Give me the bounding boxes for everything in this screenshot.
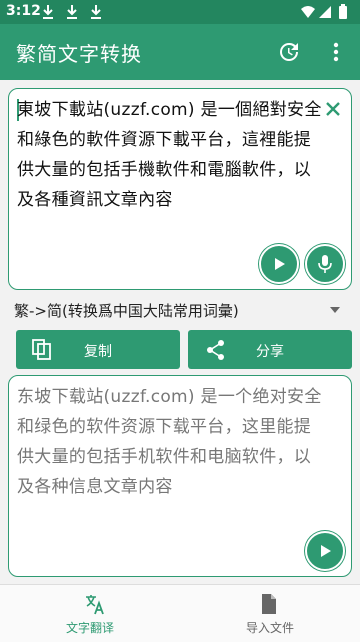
- status-time: 3:12: [6, 3, 41, 19]
- nav-item-text-translate[interactable]: 文字翻译: [0, 585, 180, 642]
- play-icon: [275, 258, 285, 270]
- download-icon: [43, 5, 53, 19]
- copy-button[interactable]: 复制: [16, 330, 180, 369]
- output-text-area[interactable]: 东坡下载站(uzzf.com) 是一个绝对安全和绿色的软件资源下载平台，这里能提…: [8, 375, 352, 577]
- nav-label-text-translate: 文字翻译: [65, 621, 114, 635]
- share-label: 分享: [256, 344, 284, 360]
- play-input-button[interactable]: [259, 244, 299, 284]
- signal-icon: [319, 6, 331, 18]
- app-bar: 繁简文字转换: [0, 24, 360, 80]
- download-icon: [67, 5, 77, 19]
- bottom-navigation: 文字翻译 导入文件: [0, 584, 360, 642]
- play-output-button[interactable]: [305, 531, 345, 571]
- history-button[interactable]: [274, 38, 302, 66]
- microphone-icon: [318, 255, 332, 273]
- copy-label: 复制: [84, 344, 112, 360]
- close-icon: [326, 102, 340, 116]
- share-button[interactable]: 分享: [188, 330, 352, 369]
- play-icon: [321, 545, 331, 557]
- more-vert-icon: [333, 42, 339, 62]
- clear-button[interactable]: [321, 97, 345, 121]
- status-icons: [300, 4, 354, 20]
- status-bar: 3:12: [0, 0, 360, 24]
- input-text-area[interactable]: 東坡下載站(uzzf.com) 是一個絕對安全和綠色的軟件資源下載平台，這裡能提…: [8, 88, 352, 290]
- download-icon: [91, 5, 101, 19]
- app-title: 繁简文字转换: [16, 42, 142, 66]
- dropdown-arrow-icon: [330, 307, 340, 313]
- history-icon: [280, 42, 298, 61]
- conversion-mode-label: 繁->简(转换爲中国大陆常用词彙): [14, 302, 239, 320]
- wifi-icon: [301, 6, 315, 18]
- translate-icon: [86, 595, 104, 615]
- nav-label-import-file: 导入文件: [245, 621, 294, 635]
- voice-input-button[interactable]: [305, 244, 345, 284]
- file-icon: [262, 594, 276, 614]
- input-text[interactable]: 東坡下載站(uzzf.com) 是一個絕對安全和綠色的軟件資源下載平台，這裡能提…: [17, 95, 323, 215]
- more-options-button[interactable]: [324, 38, 348, 66]
- output-text[interactable]: 东坡下载站(uzzf.com) 是一个绝对安全和绿色的软件资源下载平台，这里能提…: [17, 382, 323, 502]
- conversion-mode-select[interactable]: 繁->简(转换爲中国大陆常用词彙): [14, 298, 344, 324]
- nav-item-import-file[interactable]: 导入文件: [180, 585, 360, 642]
- battery-icon: [339, 6, 347, 19]
